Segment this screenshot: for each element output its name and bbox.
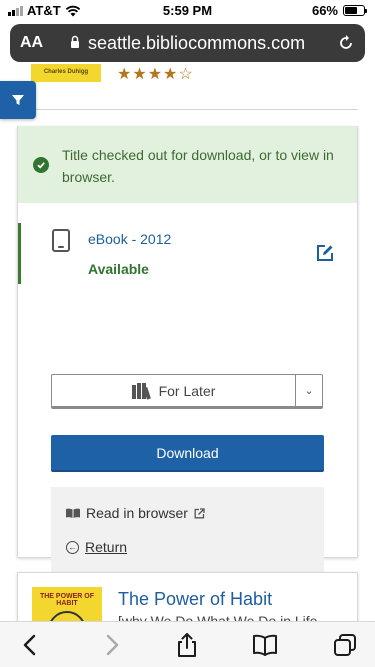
status-right: 66% bbox=[311, 3, 367, 18]
tablet-icon bbox=[52, 229, 70, 252]
format-link[interactable]: eBook - 2012 bbox=[88, 231, 171, 247]
return-link[interactable]: ← Return bbox=[66, 539, 127, 555]
external-link-icon bbox=[194, 507, 205, 518]
read-in-browser-link[interactable]: Read in browser bbox=[66, 505, 205, 521]
item-title-link[interactable]: The Power of Habit bbox=[118, 589, 272, 610]
read-in-browser-label: Read in browser bbox=[86, 505, 188, 521]
bookmarks-icon[interactable] bbox=[252, 632, 278, 658]
for-later-button[interactable]: For Later ⌄ bbox=[51, 374, 323, 409]
previous-item-card: Charles Duhigg ★ ★ ★ ★ ☆ bbox=[17, 64, 358, 110]
edit-icon[interactable] bbox=[315, 243, 335, 263]
filter-icon bbox=[12, 95, 24, 105]
cover-title: THE POWER OF HABIT bbox=[39, 593, 95, 607]
download-button[interactable]: Download bbox=[51, 435, 324, 472]
availability-status: Available bbox=[88, 261, 149, 277]
reload-icon[interactable] bbox=[336, 33, 356, 53]
reading-actions: Read in browser ← Return bbox=[51, 487, 324, 574]
shelf-icon bbox=[131, 382, 151, 400]
star-icon: ★ bbox=[117, 66, 132, 83]
star-icon: ★ bbox=[132, 66, 147, 83]
for-later-label: For Later bbox=[158, 382, 216, 399]
tabs-icon[interactable] bbox=[332, 632, 358, 658]
star-rating: ★ ★ ★ ★ ☆ bbox=[117, 67, 193, 83]
checkout-card: Title checked out for download, or to vi… bbox=[17, 126, 358, 574]
battery-icon bbox=[343, 5, 367, 16]
battery-percent: 66% bbox=[311, 3, 338, 18]
return-arrow-icon: ← bbox=[66, 540, 79, 554]
browser-toolbar bbox=[0, 621, 375, 667]
next-item-card: THE POWER OF HABIT The Power of Habit [w… bbox=[17, 572, 358, 621]
alert-message: Title checked out for download, or to vi… bbox=[62, 147, 334, 185]
filter-button[interactable] bbox=[0, 81, 36, 119]
star-empty-icon: ☆ bbox=[178, 66, 193, 83]
success-alert: Title checked out for download, or to vi… bbox=[18, 126, 357, 203]
for-later-main[interactable]: For Later bbox=[52, 375, 296, 406]
return-label: Return bbox=[85, 539, 128, 555]
lock-icon bbox=[71, 35, 79, 48]
status-bar: AT&T 5:59 PM 66% bbox=[0, 0, 375, 22]
cover-illustration bbox=[48, 611, 86, 621]
format-row: eBook - 2012 Available bbox=[18, 223, 357, 284]
open-book-icon bbox=[66, 508, 80, 518]
star-icon: ★ bbox=[147, 66, 163, 83]
chevron-down-icon[interactable]: ⌄ bbox=[296, 375, 322, 406]
forward-arrow-icon[interactable] bbox=[98, 632, 124, 658]
url-domain[interactable]: seattle.bibliocommons.com bbox=[88, 33, 305, 54]
text-size-button[interactable]: AA bbox=[20, 34, 43, 52]
item-subtitle: [why We Do What We Do in Life bbox=[118, 613, 318, 621]
star-icon: ★ bbox=[163, 66, 178, 83]
book-cover[interactable]: Charles Duhigg bbox=[31, 64, 101, 82]
back-arrow-icon[interactable] bbox=[18, 632, 44, 658]
share-icon[interactable] bbox=[174, 632, 200, 658]
cover-author: Charles Duhigg bbox=[43, 69, 89, 75]
check-circle-icon bbox=[33, 157, 49, 173]
address-bar[interactable]: AA seattle.bibliocommons.com bbox=[10, 24, 365, 62]
book-cover[interactable]: THE POWER OF HABIT bbox=[32, 587, 102, 621]
page-content: Charles Duhigg ★ ★ ★ ★ ☆ Title checked o… bbox=[0, 64, 375, 621]
